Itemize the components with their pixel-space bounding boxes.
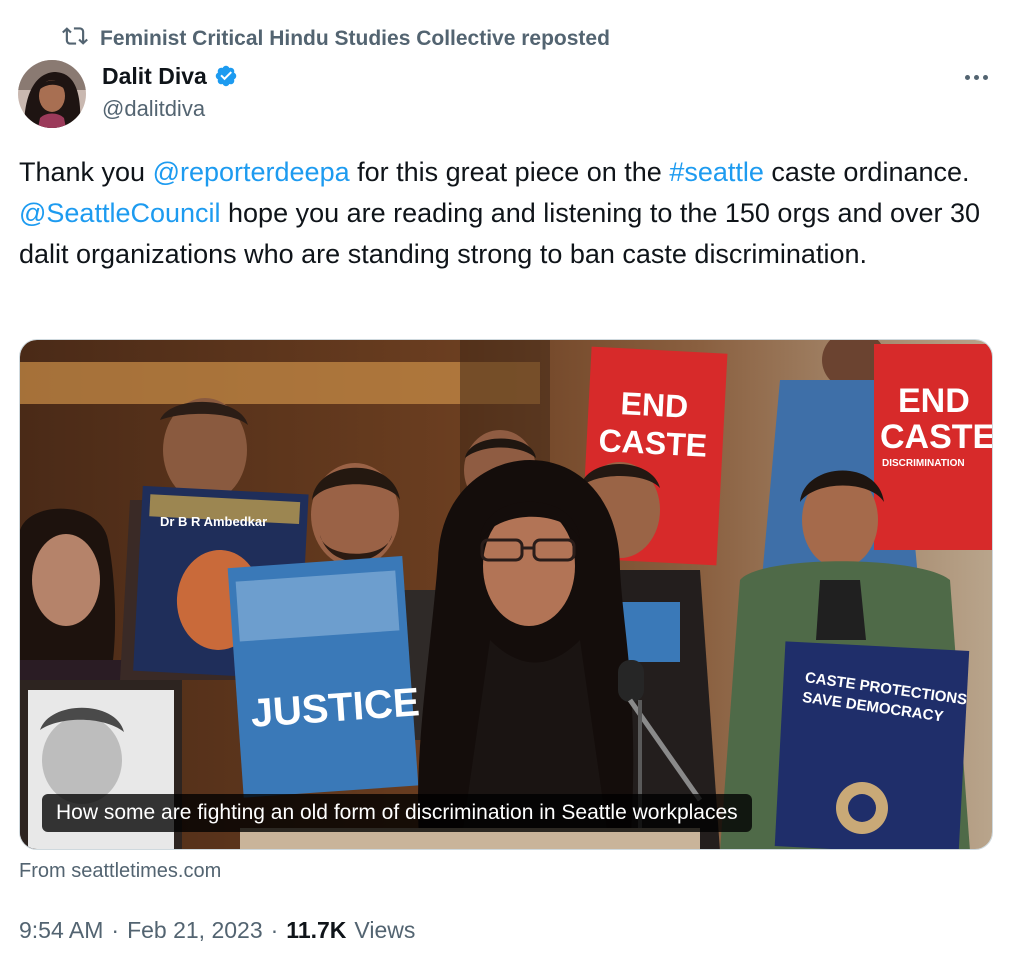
- more-icon[interactable]: [959, 62, 993, 92]
- verified-badge-icon: [214, 64, 238, 88]
- ambedkar-sign-text: Dr B R Ambedkar: [160, 514, 267, 529]
- tweet-date[interactable]: Feb 21, 2023: [127, 917, 263, 944]
- end-caste-sign-2-line1: END: [898, 382, 970, 420]
- end-caste-sign-1-line1: END: [620, 385, 689, 424]
- author-handle[interactable]: @dalitdiva: [102, 96, 238, 122]
- card-caption: How some are fighting an old form of dis…: [42, 794, 752, 832]
- repost-icon: [62, 23, 88, 55]
- author-name[interactable]: Dalit Diva: [102, 63, 207, 90]
- end-caste-sign-2-line3: DISCRIMINATION: [882, 458, 965, 469]
- repost-text[interactable]: Feminist Critical Hindu Studies Collecti…: [100, 27, 610, 51]
- mention-link[interactable]: @reporterdeepa: [153, 157, 350, 187]
- tweet-text-part: for this great piece on the: [349, 157, 670, 187]
- views-label: Views: [354, 917, 416, 943]
- press-conference-photo: Dr B R Ambedkar JUSTICE END CASTE END CA…: [20, 340, 993, 849]
- card-source-link[interactable]: From seattletimes.com: [19, 860, 221, 883]
- tweet-text: Thank you @reporterdeepa for this great …: [19, 152, 994, 275]
- tweet-text-part: caste ordinance.: [763, 157, 970, 187]
- end-caste-sign-1-line2: CASTE: [598, 422, 708, 464]
- link-card-image[interactable]: Dr B R Ambedkar JUSTICE END CASTE END CA…: [19, 339, 993, 850]
- meta-separator: ·: [111, 917, 120, 943]
- end-caste-sign-2-line2: CASTE: [880, 418, 993, 456]
- tweet-text-part: Thank you: [19, 157, 153, 187]
- tweet-meta: 9:54 AM · Feb 21, 2023 · 11.7K Views: [19, 917, 415, 944]
- views-count[interactable]: 11.7K: [286, 917, 346, 944]
- meta-separator: ·: [270, 917, 279, 943]
- repost-header[interactable]: Feminist Critical Hindu Studies Collecti…: [62, 24, 610, 54]
- tweet-time[interactable]: 9:54 AM: [19, 917, 103, 944]
- hashtag-link[interactable]: #seattle: [669, 157, 764, 187]
- mention-link[interactable]: @SeattleCouncil: [19, 198, 221, 228]
- avatar[interactable]: [18, 60, 86, 128]
